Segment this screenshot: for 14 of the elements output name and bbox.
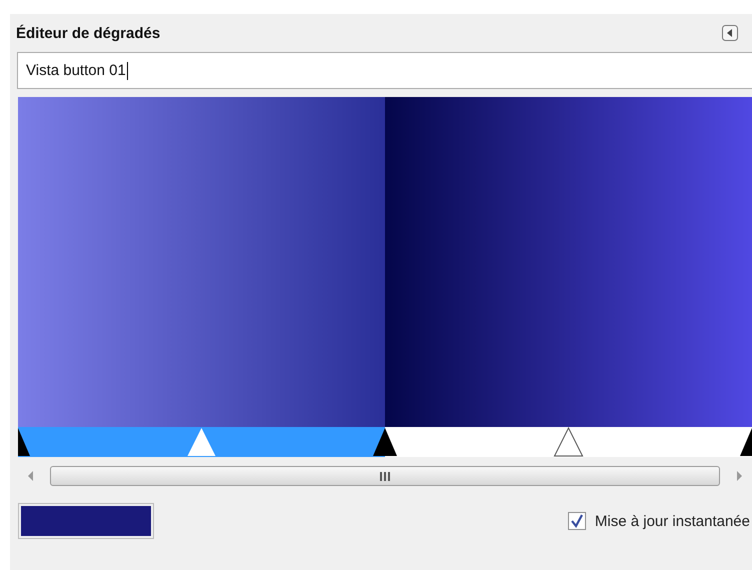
stop-handle[interactable] xyxy=(740,428,752,456)
collapse-icon[interactable] xyxy=(722,25,738,41)
scrollbar-thumb[interactable] xyxy=(50,466,720,486)
checkmark-icon xyxy=(570,514,584,528)
grip-icon xyxy=(379,472,391,480)
panel-title: Éditeur de dégradés xyxy=(16,24,160,42)
checkbox[interactable] xyxy=(568,512,586,530)
color-swatch[interactable] xyxy=(21,506,151,536)
checkbox-label: Mise à jour instantanée xyxy=(594,512,750,530)
name-field[interactable]: Vista button 01 xyxy=(17,52,752,89)
stop-handle[interactable] xyxy=(18,428,30,456)
stop-handle[interactable] xyxy=(373,428,397,456)
segment-handle-bar[interactable] xyxy=(18,427,385,457)
segment-handle-bar[interactable] xyxy=(385,427,752,457)
